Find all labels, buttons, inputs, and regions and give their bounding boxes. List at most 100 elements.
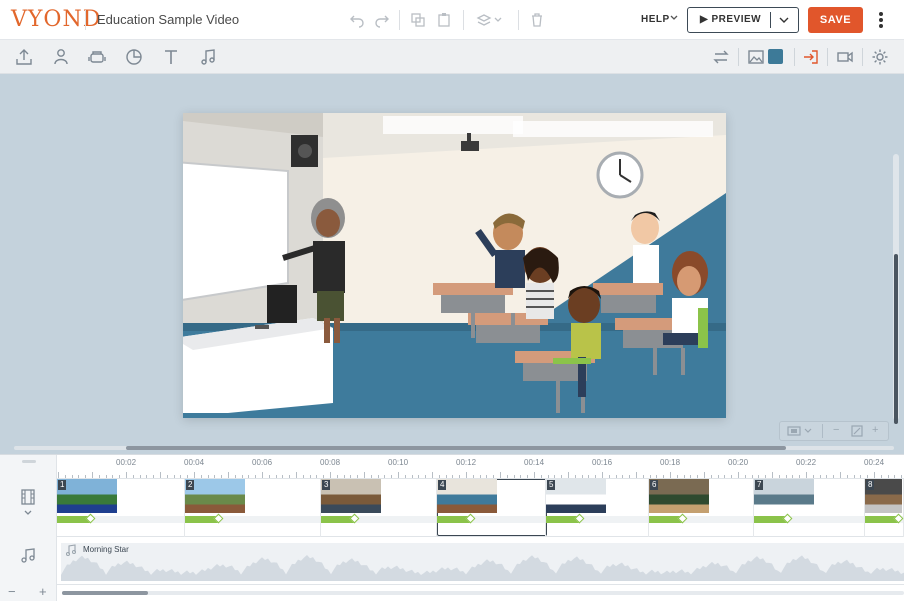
expand-icon[interactable] [851, 425, 863, 437]
scene-clip[interactable]: 1 [57, 479, 185, 537]
scene-clip[interactable]: 6 [649, 479, 754, 537]
scene-clip[interactable]: 5 [546, 479, 649, 537]
ruler-tick-mark [602, 472, 603, 478]
background-color-swatch[interactable] [768, 49, 783, 64]
text-icon[interactable] [162, 48, 180, 66]
ruler-tick-mark [663, 475, 665, 478]
upload-icon[interactable] [15, 48, 33, 66]
project-title[interactable]: Education Sample Video [97, 12, 239, 27]
scene-duration-bar[interactable] [754, 513, 864, 524]
preview-label: ▶ PREVIEW [700, 14, 762, 25]
ruler-tick-mark [139, 475, 141, 478]
ruler-tick-mark [642, 475, 644, 478]
ruler-tick-mark [105, 475, 107, 478]
ruler-tick-mark [275, 475, 277, 478]
scene-canvas[interactable] [183, 113, 726, 418]
ruler-tick-mark [812, 475, 814, 478]
ruler-tick-mark [425, 475, 427, 478]
redo-icon[interactable] [374, 12, 390, 28]
enter-icon[interactable] [802, 48, 820, 66]
ruler-tick-mark [547, 475, 549, 478]
scene-clip[interactable]: 3 [321, 479, 437, 537]
ruler-tick-mark [846, 475, 848, 478]
divider [463, 10, 464, 30]
ruler-tick-mark [112, 475, 114, 478]
ruler-tick-mark [241, 475, 243, 478]
ruler-tick-mark [894, 475, 896, 478]
ruler-tick-mark [656, 475, 658, 478]
scene-clip[interactable]: 2 [185, 479, 321, 537]
scene-duration-bar[interactable] [865, 513, 904, 524]
ruler-tick-mark [404, 475, 406, 478]
zoom-in-button[interactable]: + [872, 424, 878, 436]
ruler-tick-mark [520, 475, 522, 478]
horizontal-scrollbar[interactable] [14, 446, 894, 450]
timeline-scrollbar[interactable] [62, 591, 904, 595]
ruler-tick-mark [690, 475, 692, 478]
film-icon[interactable] [20, 489, 36, 505]
zoom-out-button[interactable]: − [833, 424, 839, 436]
ruler-tick-label: 00:04 [184, 458, 205, 467]
scene-duration-bar[interactable] [185, 513, 320, 524]
layers-icon[interactable] [476, 12, 504, 28]
ruler-tick-mark [398, 472, 399, 478]
scene-clip[interactable]: 8 [865, 479, 904, 537]
chevron-down-icon[interactable] [23, 509, 33, 517]
fit-view-icon[interactable] [787, 425, 815, 437]
time-ruler[interactable]: 00:02 00:04 00:06 00:08 00:10 00:12 00:14 00:16… [57, 455, 904, 479]
scene-clip[interactable]: 4 [437, 479, 546, 537]
save-button[interactable]: SAVE [808, 7, 863, 33]
audio-track[interactable]: Morning Star [57, 537, 904, 585]
camera-icon[interactable] [836, 48, 854, 66]
scene-duration-bar[interactable] [321, 513, 436, 524]
prop-icon[interactable] [88, 48, 106, 66]
ruler-tick-mark [697, 475, 699, 478]
preview-button[interactable]: ▶ PREVIEW [687, 7, 799, 33]
chart-icon[interactable] [125, 48, 143, 66]
copy-icon[interactable] [410, 12, 426, 28]
ruler-tick-mark [418, 475, 420, 478]
ruler-tick-mark [78, 475, 80, 478]
swap-icon[interactable] [712, 48, 730, 66]
timeline-zoom-out-button[interactable]: − [8, 584, 16, 599]
scene-duration-bar[interactable] [546, 513, 648, 524]
ruler-tick-mark [649, 475, 651, 478]
chevron-down-icon[interactable] [778, 15, 790, 25]
divider [738, 48, 739, 66]
music-note-icon[interactable] [20, 547, 36, 563]
help-menu[interactable]: HELP [641, 14, 670, 25]
scene-duration-bar[interactable] [649, 513, 753, 524]
settings-icon[interactable] [871, 48, 889, 66]
ruler-tick-mark [234, 475, 236, 478]
vyond-logo[interactable]: VYOND [11, 7, 101, 33]
timeline-resize-handle[interactable] [22, 460, 36, 463]
trash-icon[interactable] [529, 12, 545, 28]
ruler-tick-mark [717, 475, 719, 478]
ruler-tick-mark [506, 475, 508, 478]
ruler-tick-mark [289, 475, 291, 478]
ruler-tick-mark [459, 475, 461, 478]
timeline-footer: − + [0, 584, 904, 601]
scene-duration-bar[interactable] [437, 513, 545, 524]
ruler-tick-mark [302, 475, 304, 478]
ruler-tick-mark [336, 475, 338, 478]
ruler-tick-mark [540, 475, 542, 478]
paste-icon[interactable] [436, 12, 452, 28]
ruler-tick-mark [574, 475, 576, 478]
scene-clip[interactable]: 7 [754, 479, 865, 537]
image-icon[interactable] [747, 48, 765, 66]
vertical-scrollbar[interactable] [893, 154, 899, 424]
scene-track: 1 2 3 4 5 6 7 8 [57, 479, 904, 537]
ruler-tick-mark [384, 475, 386, 478]
ruler-tick-mark [194, 472, 195, 478]
scene-duration-bar[interactable] [57, 513, 184, 524]
chevron-down-icon[interactable] [669, 13, 679, 23]
ruler-tick-mark [588, 475, 590, 478]
ruler-tick-mark [364, 472, 365, 478]
undo-icon[interactable] [349, 12, 365, 28]
audio-icon[interactable] [199, 48, 217, 66]
ruler-tick-mark [880, 475, 882, 478]
more-menu-icon[interactable] [878, 11, 884, 29]
character-icon[interactable] [52, 48, 70, 66]
timeline-zoom-in-button[interactable]: + [39, 584, 47, 599]
